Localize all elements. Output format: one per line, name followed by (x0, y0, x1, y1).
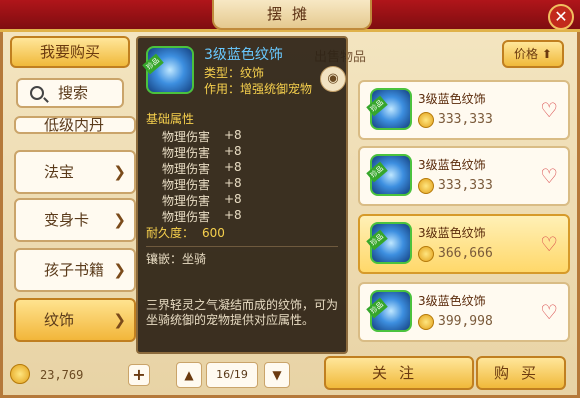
buy-button[interactable]: 购买 (476, 356, 566, 390)
category-label: 变身卡 (44, 211, 90, 229)
sort-label: 价格 (514, 47, 539, 61)
stat-row: 物理伤害 +8 (162, 128, 242, 145)
category-item-wenshi[interactable]: 纹饰 ❯ (14, 298, 136, 342)
item-description: 三界轻灵之气凝结而成的纹饰，可为坐骑统御的宠物提供对应属性。 (146, 298, 339, 327)
money-amount: 23,769 (40, 368, 84, 382)
coin-icon (418, 314, 434, 330)
rare-tag: 珍品 (366, 161, 388, 183)
coin-icon (418, 112, 434, 128)
list-item[interactable]: 珍品 3级蓝色纹饰 333,333 ♡ (358, 146, 570, 206)
item-name: 3级蓝色纹饰 (418, 92, 486, 106)
left-nav: 我要购买 搜索 低级内丹 法宝 ❯ 变身卡 ❯ 孩子书籍 ❯ 纹饰 ❯ (8, 36, 136, 354)
search-icon (30, 86, 44, 100)
item-price: 399,998 (438, 314, 493, 329)
next-page-button[interactable]: ▼ (264, 362, 290, 388)
window-title: 摆摊 (212, 0, 372, 30)
gem-icon: 珍品 (142, 46, 194, 94)
stat-value: +8 (224, 160, 242, 174)
popup-item-type: 类型：纹饰 (204, 66, 265, 80)
chevron-right-icon: ❯ (113, 211, 126, 229)
item-name: 3级蓝色纹饰 (418, 158, 486, 172)
popup-item-use: 作用：增强统御宠物 (204, 82, 313, 96)
item-price: 333,333 (438, 112, 493, 127)
gem-icon: 珍品 (366, 154, 412, 196)
heart-icon[interactable]: ♡ (540, 98, 558, 122)
stat-row: 物理伤害 +8 (162, 160, 242, 177)
search-button[interactable]: 搜索 (16, 78, 124, 108)
arrow-up-icon: ⬆ (541, 47, 552, 61)
stat-row: 物理伤害 +8 (162, 192, 242, 209)
item-price: 366,666 (438, 246, 493, 261)
coin-icon (10, 364, 30, 384)
gem-icon: 珍品 (366, 222, 412, 264)
durability-value: 600 (202, 226, 225, 240)
chevron-right-icon: ❯ (113, 163, 126, 181)
divider (146, 246, 338, 247)
stat-row: 物理伤害 +8 (162, 144, 242, 161)
page-indicator[interactable]: 16/19 (206, 362, 258, 388)
category-label: 法宝 (44, 163, 75, 181)
item-name: 3级蓝色纹饰 (418, 226, 486, 240)
heart-icon[interactable]: ♡ (540, 232, 558, 256)
basic-attributes-heading: 基础属性 (146, 112, 195, 126)
rare-tag: 珍品 (366, 229, 388, 251)
stat-label: 物理伤害 (162, 162, 211, 176)
item-price: 333,333 (438, 178, 493, 193)
chevron-right-icon: ❯ (113, 261, 126, 279)
stat-label: 物理伤害 (162, 178, 211, 192)
category-item-transform-card[interactable]: 变身卡 ❯ (14, 198, 136, 242)
heart-icon[interactable]: ♡ (540, 300, 558, 324)
rare-tag: 珍品 (366, 297, 388, 319)
gem-icon: 珍品 (366, 88, 412, 130)
stat-value: +8 (224, 192, 242, 206)
list-item[interactable]: 珍品 3级蓝色纹饰 366,666 ♡ (358, 214, 570, 274)
stat-value: +8 (224, 176, 242, 190)
item-name: 3级蓝色纹饰 (418, 294, 486, 308)
stat-value: +8 (224, 128, 242, 142)
stat-label: 物理伤害 (162, 194, 211, 208)
stat-row: 物理伤害 +8 (162, 176, 242, 193)
chevron-right-icon: ❯ (113, 311, 126, 329)
category-item-low-inner-dan[interactable]: 低级内丹 (14, 116, 136, 134)
list-item[interactable]: 珍品 3级蓝色纹饰 333,333 ♡ (358, 80, 570, 140)
category-label: 孩子书籍 (44, 261, 105, 279)
inlay-slot: 镶嵌：坐骑 (146, 252, 207, 266)
gem-icon: 珍品 (366, 290, 412, 332)
rare-tag: 珍品 (142, 53, 164, 75)
eye-icon[interactable]: ◉ (320, 66, 346, 92)
buy-tab[interactable]: 我要购买 (10, 36, 130, 68)
coin-icon (418, 246, 434, 262)
rare-tag: 珍品 (366, 95, 388, 117)
close-button[interactable]: ✕ (548, 4, 574, 30)
stat-label: 物理伤害 (162, 146, 211, 160)
prev-page-button[interactable]: ▲ (176, 362, 202, 388)
popup-item-name: 3级蓝色纹饰 (204, 47, 283, 63)
add-money-button[interactable]: + (128, 364, 150, 386)
category-label: 低级内丹 (44, 116, 105, 134)
follow-button[interactable]: 关注 (324, 356, 474, 390)
durability: 耐久度： 600 (146, 224, 225, 241)
durability-label: 耐久度： (146, 226, 195, 240)
heart-icon[interactable]: ♡ (540, 164, 558, 188)
category-item-fabao[interactable]: 法宝 ❯ (14, 150, 136, 194)
stat-value: +8 (224, 208, 242, 222)
stat-value: +8 (224, 144, 242, 158)
sort-price-button[interactable]: 价格 ⬆ (502, 40, 564, 68)
search-label: 搜索 (58, 84, 89, 102)
stat-label: 物理伤害 (162, 210, 211, 224)
coin-icon (418, 178, 434, 194)
item-detail-popup: 珍品 3级蓝色纹饰 类型：纹饰 作用：增强统御宠物 ◉ 基础属性 物理伤害 +8 … (136, 36, 348, 354)
list-item[interactable]: 珍品 3级蓝色纹饰 399,998 ♡ (358, 282, 570, 342)
stat-label: 物理伤害 (162, 130, 211, 144)
category-item-child-books[interactable]: 孩子书籍 ❯ (14, 248, 136, 292)
category-label: 纹饰 (44, 311, 75, 329)
stat-row: 物理伤害 +8 (162, 208, 242, 225)
